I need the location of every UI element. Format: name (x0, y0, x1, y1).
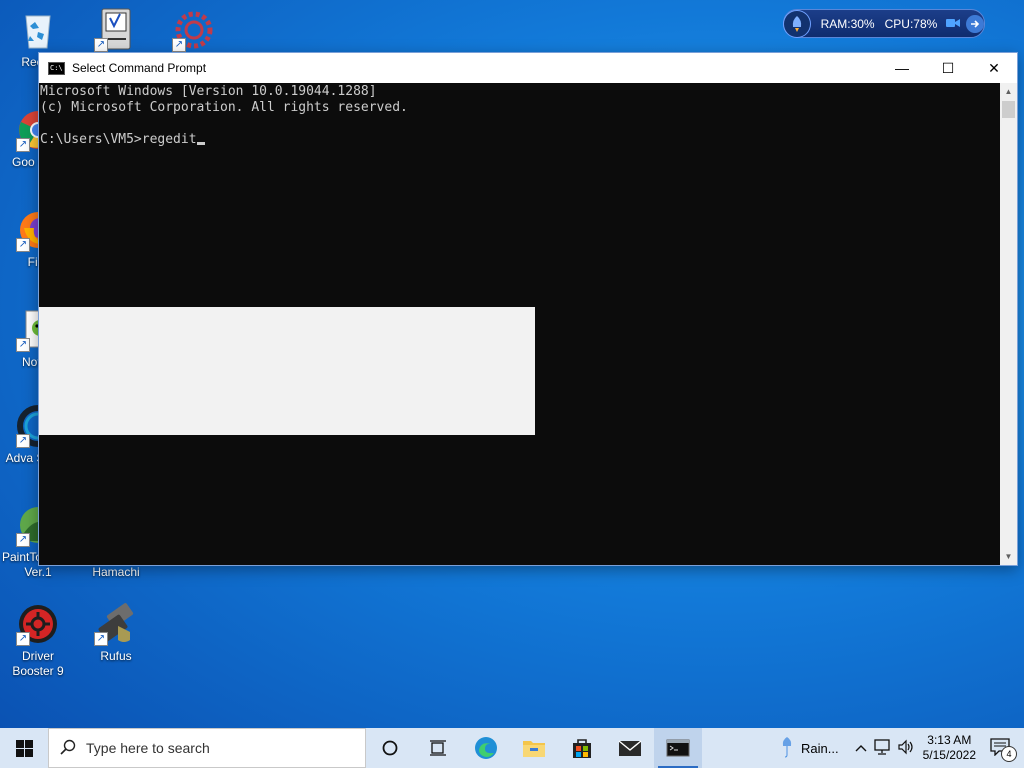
cortana-circle-icon (382, 740, 398, 756)
windows-logo-icon (15, 739, 33, 757)
task-view-button[interactable] (414, 728, 462, 768)
search-placeholder: Type here to search (86, 740, 210, 756)
desktop-icon-classic-mac[interactable]: ↗ (78, 8, 154, 55)
console-line: Microsoft Windows [Version 10.0.19044.12… (40, 84, 377, 99)
system-tray: Rain... 3:13 AM 5/15/2022 4 (781, 728, 1024, 768)
close-button[interactable]: ✕ (971, 53, 1017, 83)
rufus-icon: ↗ (94, 602, 138, 646)
console-line: (c) Microsoft Corporation. All rights re… (40, 100, 408, 115)
volume-icon[interactable] (897, 739, 915, 758)
shortcut-arrow-icon: ↗ (94, 632, 108, 646)
taskbar: Type here to search Rain... 3:13 AM 5/15… (0, 728, 1024, 768)
scroll-up-icon[interactable]: ▲ (1000, 83, 1017, 100)
shortcut-arrow-icon: ↗ (16, 434, 30, 448)
start-button[interactable] (0, 728, 48, 768)
red-gear-icon: ↗ (172, 8, 216, 52)
desktop-icon-label: Rufus (100, 649, 132, 663)
vertical-scrollbar[interactable]: ▲ ▼ (1000, 83, 1017, 565)
edge-icon (475, 737, 497, 759)
notification-count-badge: 4 (1001, 745, 1017, 762)
show-hidden-icons-chevron-icon[interactable] (855, 741, 867, 755)
command-prompt-taskbar-button[interactable] (654, 728, 702, 768)
window-title: Select Command Prompt (72, 61, 207, 75)
shortcut-arrow-icon: ↗ (16, 533, 30, 547)
clock-time: 3:13 AM (927, 733, 972, 747)
scrollbar-thumb[interactable] (1002, 101, 1015, 118)
clock-date: 5/15/2022 (922, 748, 976, 762)
edge-taskbar-button[interactable] (462, 728, 510, 768)
desktop-icon-red-gear[interactable]: ↗ (156, 8, 232, 55)
desktop-icon-rufus[interactable]: ↗ Rufus (78, 602, 154, 664)
mail-icon (618, 740, 642, 756)
shortcut-arrow-icon: ↗ (16, 338, 30, 352)
store-bag-icon (573, 739, 591, 758)
umbrella-icon (781, 736, 793, 761)
network-icon[interactable] (873, 738, 891, 758)
cmd-terminal-icon (666, 739, 690, 757)
shortcut-arrow-icon: ↗ (16, 238, 30, 252)
maximize-button[interactable]: ☐ (925, 53, 971, 83)
store-button[interactable] (558, 728, 606, 768)
file-explorer-button[interactable] (510, 728, 558, 768)
clock[interactable]: 3:13 AM 5/15/2022 (923, 733, 976, 763)
scroll-down-icon[interactable]: ▼ (1000, 548, 1017, 565)
console-command: C:\Users\VM5>regedit (40, 132, 197, 147)
ram-usage: RAM:30% (820, 16, 875, 31)
task-view-icon (430, 740, 446, 756)
search-icon (60, 739, 76, 758)
taskbar-search-box[interactable]: Type here to search (48, 728, 366, 768)
notification-center-button[interactable]: 4 (990, 737, 1017, 762)
blank-overlay-panel (39, 307, 535, 435)
driver-booster-icon: ↗ (16, 602, 60, 646)
shortcut-arrow-icon: ↗ (16, 632, 30, 646)
recycle-bin-icon (16, 8, 60, 52)
text-cursor (196, 142, 205, 145)
cpu-usage: CPU:78% (884, 16, 938, 31)
mail-button[interactable] (606, 728, 654, 768)
shortcut-arrow-icon: ↗ (172, 38, 186, 52)
folder-icon (523, 741, 545, 757)
desktop-icon-driver-booster[interactable]: ↗ Driver Booster 9 (0, 602, 76, 679)
camera-icon (946, 17, 961, 31)
minimize-button[interactable]: — (879, 53, 925, 83)
rocket-icon (783, 9, 811, 38)
window-titlebar[interactable]: C:\ Select Command Prompt — ☐ ✕ (39, 53, 1017, 83)
weather-text[interactable]: Rain... (801, 741, 839, 756)
arrow-right-icon[interactable] (966, 14, 984, 33)
console-prompt-line: C:\Users\VM5>regedit (40, 132, 1000, 148)
classic-mac-icon: ↗ (94, 8, 138, 52)
desktop-icon-label: Driver Booster 9 (12, 649, 64, 678)
cmd-app-icon: C:\ (48, 61, 65, 75)
performance-widget[interactable]: RAM:30% CPU:78% (783, 9, 985, 38)
cortana-button[interactable] (366, 728, 414, 768)
shortcut-arrow-icon: ↗ (16, 138, 30, 152)
shortcut-arrow-icon: ↗ (94, 38, 108, 52)
